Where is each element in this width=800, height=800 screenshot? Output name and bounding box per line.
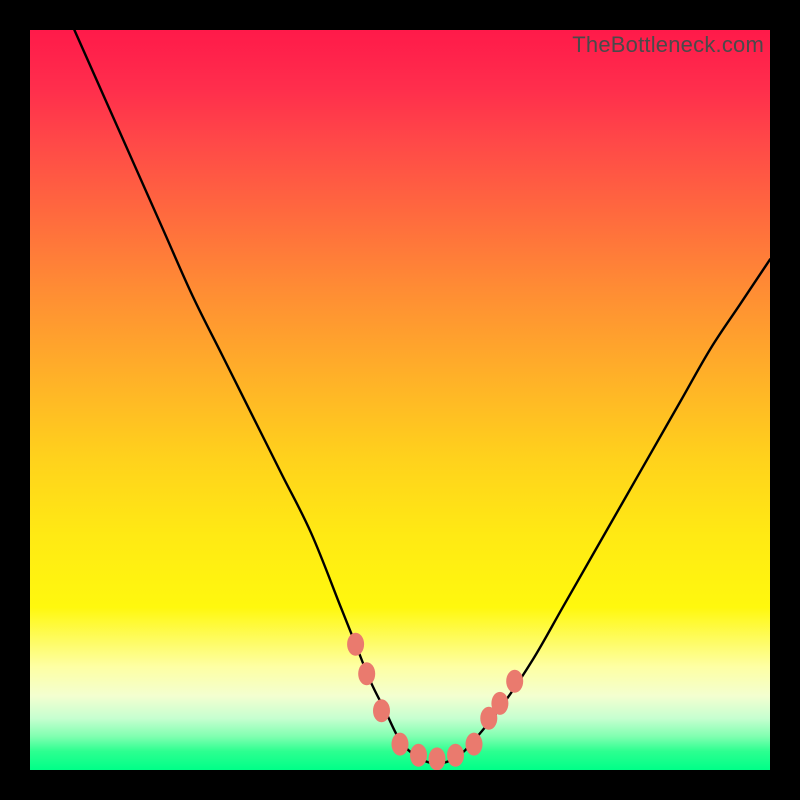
optimal-range-markers [30, 30, 770, 770]
chart-frame: TheBottleneck.com [0, 0, 800, 800]
watermark-text: TheBottleneck.com [572, 32, 764, 58]
marker-point [506, 670, 523, 693]
bottleneck-curve [30, 30, 770, 770]
marker-point [392, 733, 409, 756]
marker-point [466, 733, 483, 756]
marker-point [480, 707, 497, 730]
marker-point [491, 692, 508, 715]
marker-point [373, 699, 390, 722]
marker-point [447, 744, 464, 767]
marker-point [429, 747, 446, 770]
marker-point [347, 633, 364, 656]
marker-point [358, 662, 375, 685]
plot-area: TheBottleneck.com [30, 30, 770, 770]
marker-point [410, 744, 427, 767]
